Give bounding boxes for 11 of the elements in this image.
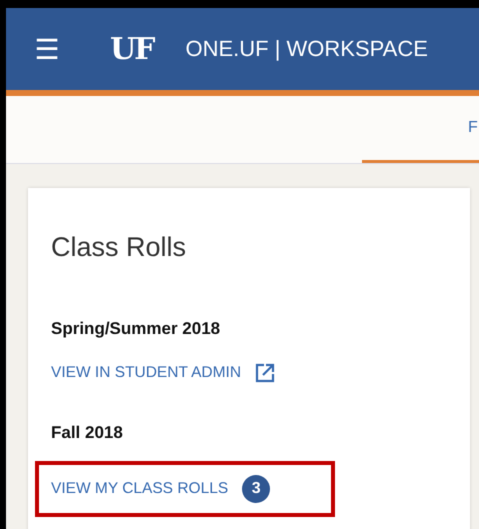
card-title: Class Rolls [51,232,188,263]
link[interactable]: VIEW IN STUDENT ADMIN [51,364,242,382]
external-link-icon [255,363,276,383]
tab[interactable]: F [362,96,479,163]
menu-button[interactable]: ☰ [32,32,62,66]
logo: UF [110,32,154,66]
term-heading: Fall 2018 [51,423,124,443]
count-badge: 3 [242,475,270,503]
app-title: ONE.UF | WORKSPACE [185,36,428,62]
term-heading: Spring/Summer 2018 [51,319,222,339]
link[interactable]: VIEW MY CLASS ROLLS [51,480,228,498]
